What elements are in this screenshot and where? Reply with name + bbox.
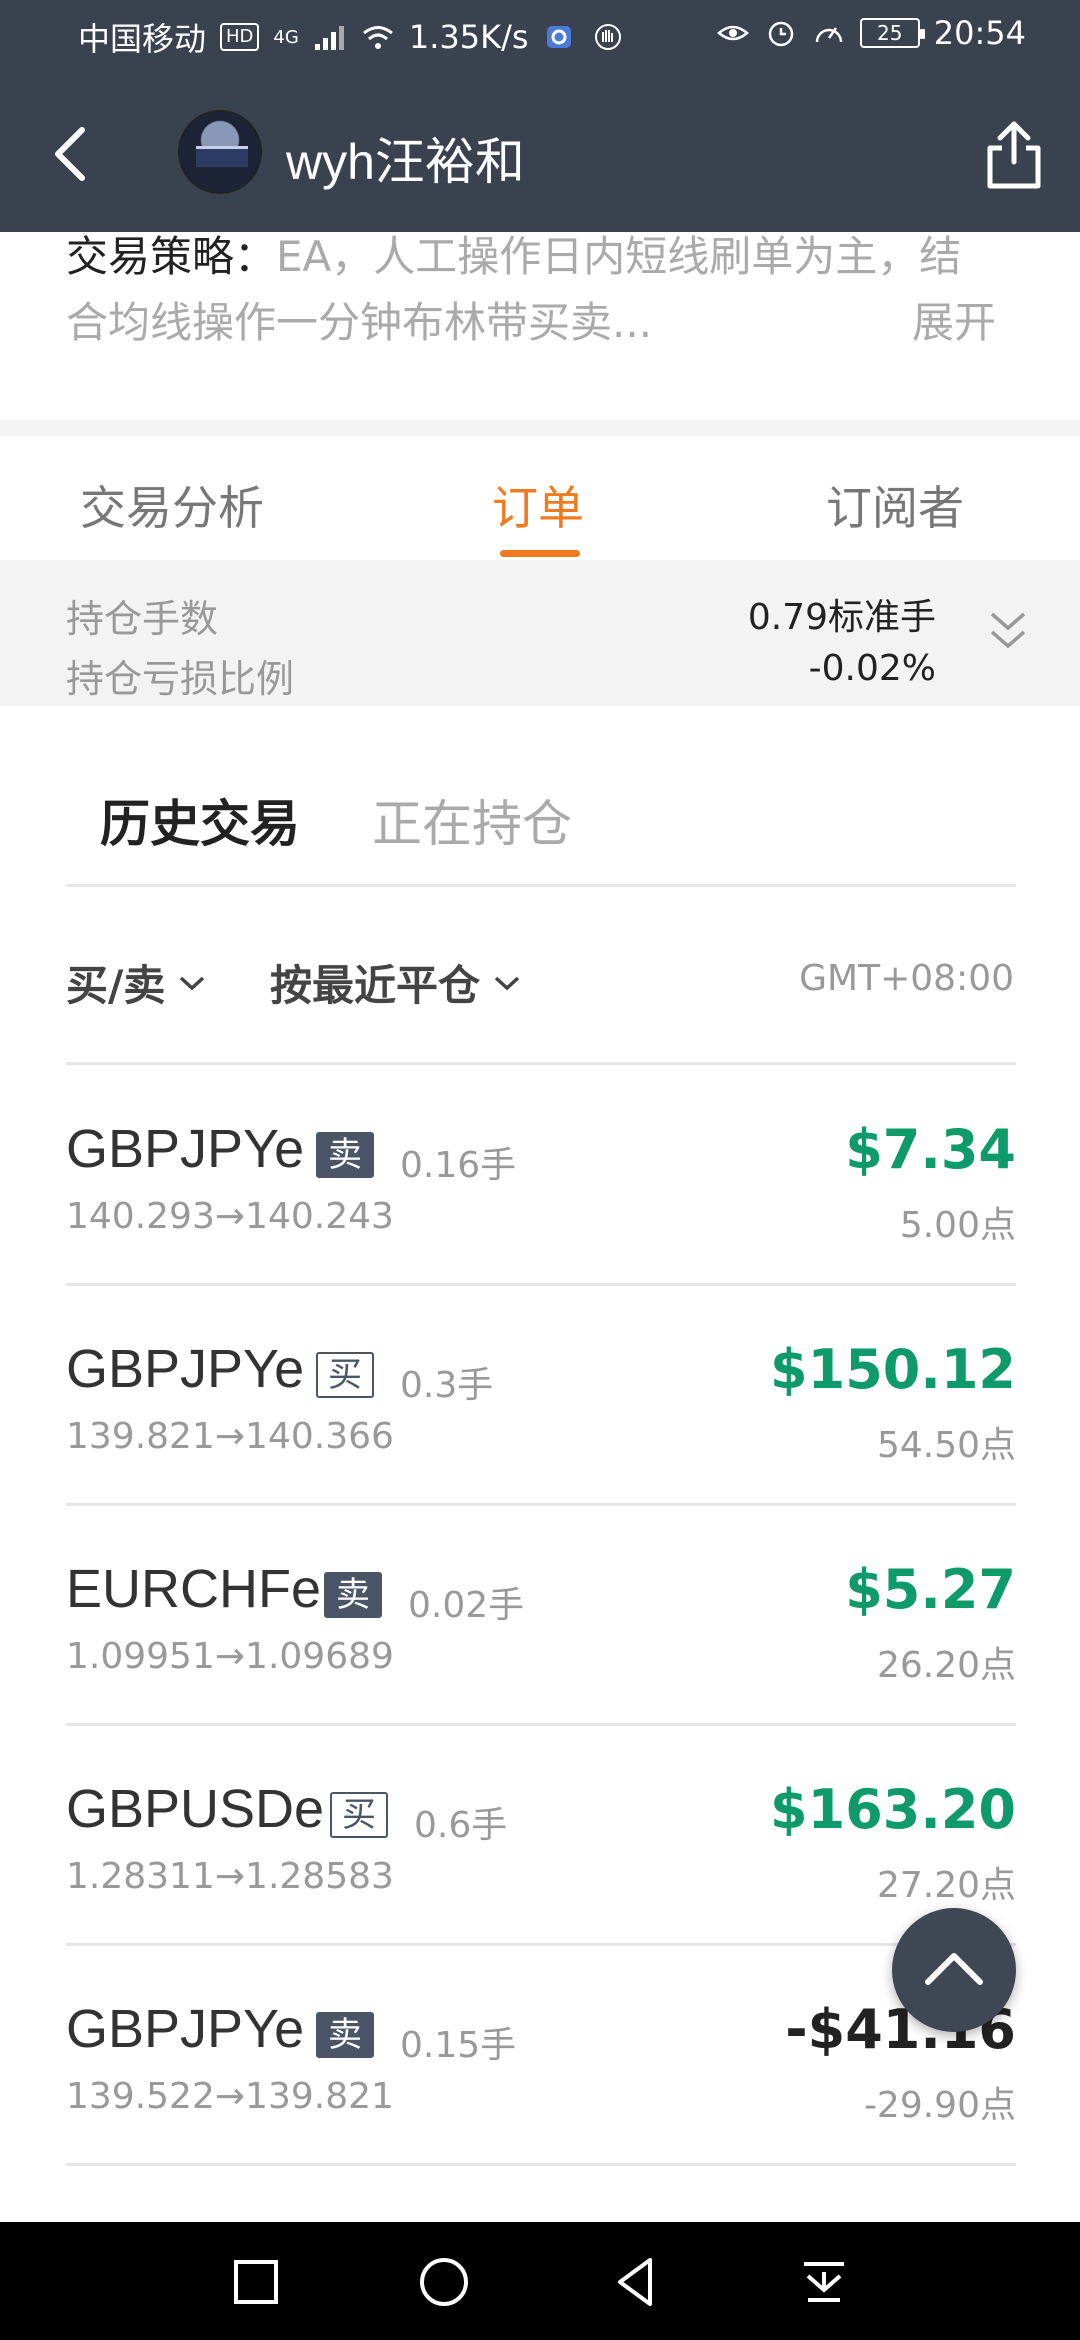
- scroll-to-top-button[interactable]: [892, 1908, 1016, 2032]
- back-icon[interactable]: [38, 116, 108, 192]
- order-symbol: GBPJPYe: [66, 1119, 305, 1179]
- timezone-label: GMT+08:00: [799, 958, 1014, 999]
- divider: [66, 1062, 1016, 1065]
- order-filters: 买/卖 按最近平仓 GMT+08:00: [0, 900, 1080, 1060]
- sort-filter[interactable]: 按最近平仓: [270, 952, 522, 1013]
- expand-link[interactable]: 展开: [893, 290, 996, 356]
- chevron-down-icon: [494, 976, 520, 990]
- order-symbol: GBPJPYe: [66, 1999, 305, 2059]
- order-row[interactable]: GBPJPYe 卖 0.16手 140.293→140.243 $7.34 5.…: [66, 1066, 1016, 1286]
- sell-badge: 卖: [324, 1572, 382, 1618]
- order-pnl: $5.27: [845, 1558, 1016, 1621]
- back-nav-icon[interactable]: [606, 2252, 666, 2312]
- order-row[interactable]: EURCHFe 卖 0.02手 1.09951→1.09689 $5.27 26…: [66, 1506, 1016, 1726]
- eye-icon: [716, 25, 749, 41]
- order-points: 54.50点: [876, 1425, 1016, 1466]
- wifi-icon: [362, 26, 393, 49]
- chevron-down-icon: [180, 976, 205, 990]
- order-prices: 1.28311→1.28583: [66, 1856, 394, 1897]
- position-loss-value: -0.02%: [808, 648, 936, 689]
- speedometer-icon: [815, 27, 843, 43]
- clock-time: 20:54: [933, 14, 1026, 52]
- order-lots: 0.6手: [414, 1805, 508, 1846]
- sell-badge: 卖: [316, 1132, 374, 1178]
- divider: [66, 884, 1016, 887]
- order-symbol: GBPJPYe: [66, 1339, 305, 1399]
- signal-icon: [314, 26, 344, 50]
- order-prices: 1.09951→1.09689: [66, 1636, 394, 1677]
- status-bar: 中国移动 HD 4G 1.35K/s 25 20:54: [0, 0, 1080, 72]
- subtab-open-positions[interactable]: 正在持仓: [372, 784, 572, 856]
- row-divider: [66, 2163, 1016, 2166]
- order-prices: 139.821→140.366: [66, 1416, 394, 1457]
- order-row[interactable]: GBPUSDe 买 0.6手 1.28311→1.28583 $163.20 2…: [66, 1726, 1016, 1946]
- hd-icon: HD: [220, 23, 260, 51]
- tab-orders[interactable]: 订单: [492, 472, 584, 538]
- position-lots-value: 0.79标准手: [747, 597, 936, 638]
- strategy-label: 交易策略：: [66, 232, 277, 281]
- chevron-up-icon: [925, 1953, 983, 1985]
- trading-strategy: 交易策略：EA，人工操作日内短线刷单为主，结合均线操作一分钟布林带买卖... 展…: [66, 224, 996, 356]
- order-row[interactable]: GBPJPYe 买 0.3手 139.821→140.366 $150.12 5…: [66, 1286, 1016, 1506]
- side-filter-label: 买/卖: [66, 961, 166, 1010]
- position-lots-label: 持仓手数: [66, 597, 219, 641]
- buy-badge: 买: [330, 1792, 388, 1838]
- order-points: 26.20点: [876, 1645, 1016, 1686]
- history-tabs: 历史交易 正在持仓: [0, 706, 1080, 886]
- order-row[interactable]: GBPJPYe 卖 0.15手 139.522→139.821 -$41.16 …: [66, 1946, 1016, 2166]
- order-points: -29.90点: [863, 2085, 1016, 2126]
- system-nav-bar: [0, 2222, 1080, 2340]
- position-summary[interactable]: 持仓手数 0.79标准手 持仓亏损比例 -0.02%: [0, 560, 1080, 706]
- top-bar: 中国移动 HD 4G 1.35K/s 25 20:54 wyh汪裕和: [0, 0, 1080, 232]
- order-lots: 0.02手: [408, 1585, 525, 1626]
- app-notification-icon: [546, 26, 571, 48]
- alarm-icon: [768, 21, 794, 47]
- tab-analysis[interactable]: 交易分析: [80, 472, 264, 538]
- carrier-label: 中国移动: [78, 20, 207, 58]
- order-pnl: $150.12: [770, 1338, 1016, 1401]
- main-tabs: 交易分析 订单 订阅者: [0, 436, 1080, 560]
- avatar[interactable]: [178, 110, 262, 194]
- username: wyh汪裕和: [286, 134, 525, 190]
- hand-icon: [594, 24, 621, 50]
- active-tab-indicator: [500, 550, 580, 557]
- tab-subscribers[interactable]: 订阅者: [826, 472, 964, 538]
- order-points: 27.20点: [876, 1865, 1016, 1906]
- order-prices: 139.522→139.821: [66, 2076, 394, 2117]
- order-lots: 0.15手: [400, 2025, 517, 2066]
- network-speed: 1.35K/s: [408, 18, 529, 56]
- side-filter[interactable]: 买/卖: [66, 952, 207, 1013]
- network-label: 4G: [273, 26, 299, 48]
- order-lots: 0.3手: [400, 1365, 494, 1406]
- position-loss-label: 持仓亏损比例: [66, 657, 295, 701]
- order-prices: 140.293→140.243: [66, 1196, 394, 1237]
- order-pnl: $163.20: [770, 1778, 1016, 1841]
- order-points: 5.00点: [899, 1205, 1016, 1246]
- sort-filter-label: 按最近平仓: [270, 961, 481, 1010]
- recents-icon[interactable]: [226, 2252, 286, 2312]
- order-symbol: GBPUSDe: [66, 1779, 325, 1839]
- order-lots: 0.16手: [400, 1145, 517, 1186]
- section-separator: [0, 420, 1080, 436]
- buy-badge: 买: [316, 1352, 374, 1398]
- subtab-history[interactable]: 历史交易: [100, 784, 300, 856]
- order-symbol: EURCHFe: [66, 1559, 322, 1619]
- share-icon[interactable]: [978, 116, 1050, 196]
- home-icon[interactable]: [414, 2252, 474, 2312]
- order-pnl: $7.34: [845, 1118, 1016, 1181]
- battery-icon: 25: [859, 18, 925, 48]
- profile-header: wyh汪裕和: [0, 96, 1080, 216]
- sell-badge: 卖: [316, 2012, 374, 2058]
- notification-pull-icon[interactable]: [794, 2252, 854, 2312]
- double-chevron-down-icon[interactable]: [986, 604, 1030, 660]
